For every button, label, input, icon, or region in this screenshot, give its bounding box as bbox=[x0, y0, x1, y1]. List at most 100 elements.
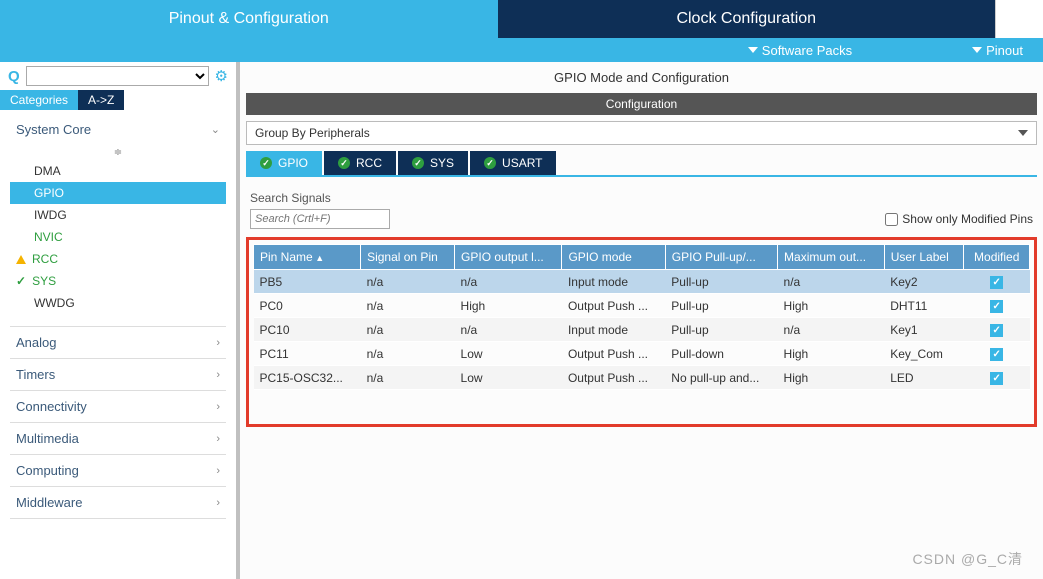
chevron-right-icon: › bbox=[216, 337, 220, 349]
col-signal[interactable]: Signal on Pin bbox=[361, 245, 455, 270]
check-icon: ✓ bbox=[412, 157, 424, 169]
per-tab-sys-label: SYS bbox=[430, 156, 454, 170]
group-connectivity[interactable]: Connectivity› bbox=[10, 391, 226, 422]
cell-label[interactable]: Key_Com bbox=[884, 342, 964, 366]
cell-signal[interactable]: n/a bbox=[361, 294, 455, 318]
cell-max[interactable]: High bbox=[778, 342, 885, 366]
cell-mode[interactable]: Output Push ... bbox=[562, 342, 665, 366]
cell-modified[interactable]: ✓ bbox=[964, 318, 1030, 342]
group-analog[interactable]: Analog› bbox=[10, 327, 226, 358]
tree-item-sys-label: SYS bbox=[32, 274, 56, 288]
check-icon: ✓ bbox=[338, 157, 350, 169]
per-tab-usart[interactable]: ✓USART bbox=[470, 151, 556, 175]
search-icon[interactable]: Q bbox=[8, 68, 20, 85]
cell-max[interactable]: n/a bbox=[778, 270, 885, 294]
cell-modified[interactable]: ✓ bbox=[964, 270, 1030, 294]
group-by-dropdown[interactable]: Group By Peripherals bbox=[246, 121, 1037, 145]
tab-categories[interactable]: Categories bbox=[0, 90, 78, 110]
cell-mode[interactable]: Input mode bbox=[562, 270, 665, 294]
cell-mode[interactable]: Output Push ... bbox=[562, 366, 665, 390]
cell-max[interactable]: High bbox=[778, 366, 885, 390]
table-row[interactable]: PB5n/an/aInput modePull-upn/aKey2✓ bbox=[254, 270, 1030, 294]
right-panel: GPIO Mode and Configuration Configuratio… bbox=[240, 62, 1043, 579]
check-icon: ✓ bbox=[990, 348, 1003, 361]
table-row[interactable]: PC10n/an/aInput modePull-upn/aKey1✓ bbox=[254, 318, 1030, 342]
sub-bar: Software Packs Pinout bbox=[0, 38, 1043, 62]
tab-extra[interactable] bbox=[995, 0, 1043, 38]
cell-pull[interactable]: No pull-up and... bbox=[665, 366, 777, 390]
group-timers[interactable]: Timers› bbox=[10, 359, 226, 390]
pinout-menu[interactable]: Pinout bbox=[952, 43, 1043, 58]
cell-pin[interactable]: PC10 bbox=[254, 318, 361, 342]
cell-modified[interactable]: ✓ bbox=[964, 366, 1030, 390]
cell-pin[interactable]: PC15-OSC32... bbox=[254, 366, 361, 390]
cell-label[interactable]: LED bbox=[884, 366, 964, 390]
peripheral-search-select[interactable] bbox=[26, 66, 209, 86]
col-label[interactable]: User Label bbox=[884, 245, 964, 270]
cell-output[interactable]: n/a bbox=[455, 270, 562, 294]
swap-icon[interactable]: ≑ bbox=[10, 145, 226, 160]
table-row[interactable]: PC15-OSC32...n/aLowOutput Push ...No pul… bbox=[254, 366, 1030, 390]
cell-label[interactable]: Key1 bbox=[884, 318, 964, 342]
cell-output[interactable]: Low bbox=[455, 342, 562, 366]
search-signals-input[interactable] bbox=[250, 209, 390, 229]
gear-icon[interactable]: ⚙ bbox=[215, 67, 228, 85]
tree-item-rcc[interactable]: RCC bbox=[10, 248, 226, 270]
group-middleware[interactable]: Middleware› bbox=[10, 487, 226, 518]
col-mode[interactable]: GPIO mode bbox=[562, 245, 665, 270]
col-output[interactable]: GPIO output l... bbox=[455, 245, 562, 270]
cell-label[interactable]: Key2 bbox=[884, 270, 964, 294]
cell-pin[interactable]: PC0 bbox=[254, 294, 361, 318]
per-tab-gpio[interactable]: ✓GPIO bbox=[246, 151, 322, 175]
tab-az[interactable]: A->Z bbox=[78, 90, 124, 110]
group-system-core[interactable]: System Core ⌄ bbox=[10, 114, 226, 145]
per-tab-rcc[interactable]: ✓ RCC bbox=[324, 151, 396, 175]
cell-max[interactable]: High bbox=[778, 294, 885, 318]
per-tab-rcc-label: RCC bbox=[356, 156, 382, 170]
per-tab-sys[interactable]: ✓ SYS bbox=[398, 151, 468, 175]
group-by-label: Group By Peripherals bbox=[255, 126, 370, 140]
pinout-menu-label: Pinout bbox=[986, 43, 1023, 58]
tree-item-gpio[interactable]: GPIO bbox=[10, 182, 226, 204]
gpio-grid-highlight: Pin Name Signal on Pin GPIO output l... … bbox=[246, 237, 1037, 427]
tree-item-iwdg[interactable]: IWDG bbox=[10, 204, 226, 226]
col-max[interactable]: Maximum out... bbox=[778, 245, 885, 270]
group-multimedia[interactable]: Multimedia› bbox=[10, 423, 226, 454]
cell-modified[interactable]: ✓ bbox=[964, 294, 1030, 318]
tree-item-wwdg[interactable]: WWDG bbox=[10, 292, 226, 314]
cell-label[interactable]: DHT11 bbox=[884, 294, 964, 318]
table-row[interactable]: PC11n/aLowOutput Push ...Pull-downHighKe… bbox=[254, 342, 1030, 366]
cell-output[interactable]: Low bbox=[455, 366, 562, 390]
cell-pull[interactable]: Pull-up bbox=[665, 270, 777, 294]
cell-pull[interactable]: Pull-down bbox=[665, 342, 777, 366]
col-pull[interactable]: GPIO Pull-up/... bbox=[665, 245, 777, 270]
software-packs-menu[interactable]: Software Packs bbox=[728, 43, 872, 58]
table-row[interactable]: PC0n/aHighOutput Push ...Pull-upHighDHT1… bbox=[254, 294, 1030, 318]
tree-item-dma[interactable]: DMA bbox=[10, 160, 226, 182]
tab-pinout-config[interactable]: Pinout & Configuration bbox=[0, 0, 498, 38]
tree-item-sys[interactable]: ✓ SYS bbox=[10, 270, 226, 292]
mode-title: GPIO Mode and Configuration bbox=[240, 62, 1043, 93]
cell-signal[interactable]: n/a bbox=[361, 270, 455, 294]
col-modified[interactable]: Modified bbox=[964, 245, 1030, 270]
tab-clock-config[interactable]: Clock Configuration bbox=[498, 0, 996, 38]
cell-signal[interactable]: n/a bbox=[361, 366, 455, 390]
cell-mode[interactable]: Output Push ... bbox=[562, 294, 665, 318]
cell-pin[interactable]: PC11 bbox=[254, 342, 361, 366]
cell-max[interactable]: n/a bbox=[778, 318, 885, 342]
cell-pull[interactable]: Pull-up bbox=[665, 318, 777, 342]
cell-output[interactable]: n/a bbox=[455, 318, 562, 342]
cell-modified[interactable]: ✓ bbox=[964, 342, 1030, 366]
cell-signal[interactable]: n/a bbox=[361, 342, 455, 366]
show-modified-checkbox[interactable]: Show only Modified Pins bbox=[885, 212, 1033, 226]
cell-pin[interactable]: PB5 bbox=[254, 270, 361, 294]
col-pin-name[interactable]: Pin Name bbox=[254, 245, 361, 270]
tree-item-nvic[interactable]: NVIC bbox=[10, 226, 226, 248]
chevron-down-icon bbox=[972, 47, 982, 53]
cell-pull[interactable]: Pull-up bbox=[665, 294, 777, 318]
show-modified-input[interactable] bbox=[885, 213, 898, 226]
cell-mode[interactable]: Input mode bbox=[562, 318, 665, 342]
group-computing[interactable]: Computing› bbox=[10, 455, 226, 486]
cell-signal[interactable]: n/a bbox=[361, 318, 455, 342]
cell-output[interactable]: High bbox=[455, 294, 562, 318]
